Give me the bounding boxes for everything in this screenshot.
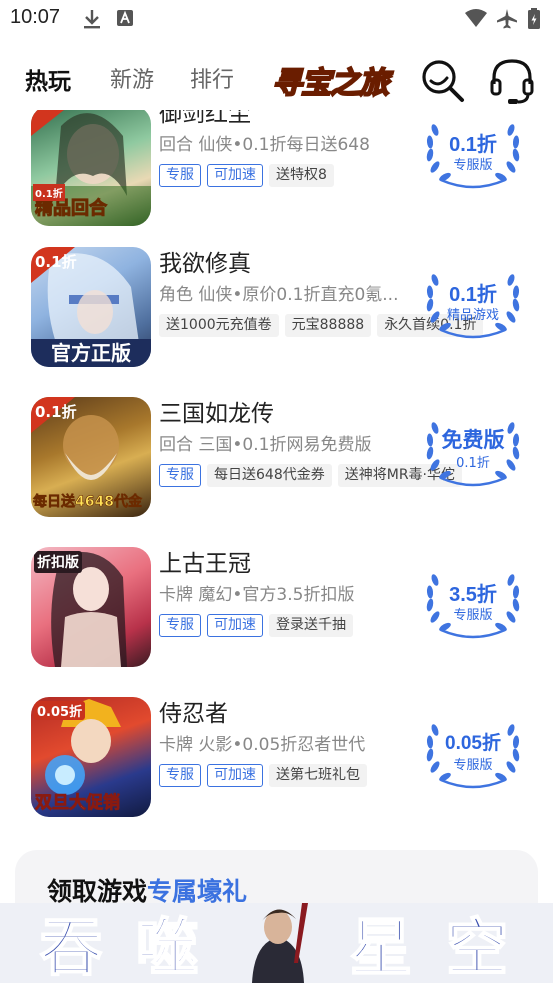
tag: 可加速 bbox=[207, 164, 263, 187]
thumb-corner: 0.05折 bbox=[34, 701, 86, 720]
list-item[interactable]: 0.05折 双旦大促销 侍忍者 卡牌 火影•0.05折忍者世代 专服 可加速 送… bbox=[0, 694, 553, 830]
game-subtitle: 回合 三国•0.1折网易免费版 bbox=[159, 435, 372, 455]
tag: 元宝88888 bbox=[284, 314, 372, 337]
game-title: 侍忍者 bbox=[159, 701, 228, 727]
game-subtitle: 回合 仙侠•0.1折每日送648 bbox=[159, 135, 370, 155]
battery-icon bbox=[527, 8, 541, 34]
game-title: 御剑红尘 bbox=[159, 110, 251, 127]
tag: 送1000元充值卷 bbox=[159, 314, 279, 337]
game-subtitle: 卡牌 火影•0.05折忍者世代 bbox=[159, 735, 366, 755]
discount-badge: 0.05折 专服版 bbox=[421, 714, 525, 794]
game-thumbnail: 0.1折 每日送4648代金 bbox=[31, 397, 151, 517]
tag: 可加速 bbox=[207, 614, 263, 637]
tag: 专服 bbox=[159, 614, 201, 637]
banner-char: 空 bbox=[445, 911, 509, 983]
badge-value: 0.1折 bbox=[449, 134, 497, 156]
game-thumbnail: 折扣版 bbox=[31, 547, 151, 667]
list-item[interactable]: 精品回合 0.1折 御剑红尘 回合 仙侠•0.1折每日送648 专服 可加速 送… bbox=[0, 110, 553, 244]
tag-list: 专服 可加速 送特权8 bbox=[159, 164, 334, 187]
wifi-icon bbox=[464, 8, 488, 32]
promo-banner[interactable]: 吞 噬 星 空 bbox=[0, 903, 553, 983]
promo-label: 寻宝之旅 bbox=[272, 65, 390, 98]
discount-badge: 免费版 0.1折 bbox=[421, 412, 525, 492]
headset-icon[interactable] bbox=[488, 56, 536, 104]
tab-ranking[interactable]: 排行 bbox=[190, 62, 234, 94]
badge-label: 0.1折 bbox=[456, 456, 490, 471]
banner-char: 吞 bbox=[39, 911, 103, 983]
tag: 专服 bbox=[159, 164, 201, 187]
tag-list: 专服 可加速 送第七班礼包 bbox=[159, 764, 367, 787]
thumb-corner: 0.1折 bbox=[35, 253, 77, 271]
discount-badge: 3.5折 专服版 bbox=[421, 564, 525, 644]
tag-list: 专服 可加速 登录送千抽 bbox=[159, 614, 353, 637]
badge-label: 精品游戏 bbox=[446, 308, 499, 323]
top-nav: 热玩 新游 排行 寻宝之旅 bbox=[0, 46, 553, 110]
badge-label: 专服版 bbox=[453, 758, 493, 773]
banner-character-art bbox=[232, 903, 324, 983]
badge-value: 0.05折 bbox=[445, 733, 501, 754]
status-time: 10:07 bbox=[10, 6, 61, 28]
thumb-caption: 每日送4648代金 bbox=[33, 494, 143, 511]
tab-treasure-hunt[interactable]: 寻宝之旅 bbox=[272, 58, 408, 98]
tag-list: 专服 每日送648代金券 送神将MR毒·华佗 bbox=[159, 464, 462, 487]
thumb-caption: 双旦大促销 bbox=[35, 793, 121, 814]
badge-value: 3.5折 bbox=[449, 584, 497, 606]
game-thumbnail: 0.05折 双旦大促销 bbox=[31, 697, 151, 817]
game-thumbnail: 精品回合 0.1折 bbox=[31, 110, 151, 226]
tag: 专服 bbox=[159, 764, 201, 787]
game-subtitle: 角色 仙侠•原价0.1折直充0氪... bbox=[159, 285, 399, 305]
tab-hot[interactable]: 热玩 bbox=[25, 62, 71, 96]
game-thumbnail: 0.1折 官方正版 bbox=[31, 247, 151, 367]
game-title: 三国如龙传 bbox=[159, 401, 274, 427]
list-item[interactable]: 0.1折 每日送4648代金 三国如龙传 回合 三国•0.1折网易免费版 专服 … bbox=[0, 394, 553, 544]
tag: 送第七班礼包 bbox=[269, 764, 367, 787]
airplane-mode-icon bbox=[496, 8, 518, 34]
badge-value: 免费版 bbox=[441, 429, 505, 452]
gift-title-plain: 领取游戏 bbox=[47, 877, 148, 906]
badge-label: 专服版 bbox=[453, 158, 493, 173]
banner-char: 噬 bbox=[135, 911, 199, 983]
app-notification-icon bbox=[116, 8, 134, 32]
tab-new[interactable]: 新游 bbox=[110, 62, 154, 94]
discount-badge: 0.1折 专服版 bbox=[421, 114, 525, 194]
tag: 可加速 bbox=[207, 764, 263, 787]
banner-char: 星 bbox=[349, 911, 413, 983]
badge-label: 专服版 bbox=[453, 608, 493, 623]
game-list[interactable]: 精品回合 0.1折 御剑红尘 回合 仙侠•0.1折每日送648 专服 可加速 送… bbox=[0, 110, 553, 830]
gift-title-highlight: 专属壕礼 bbox=[147, 877, 248, 906]
game-title: 我欲修真 bbox=[159, 251, 251, 277]
status-bar: 10:07 bbox=[0, 0, 553, 38]
game-title: 上古王冠 bbox=[159, 551, 251, 577]
discount-badge: 0.1折 精品游戏 bbox=[421, 264, 525, 344]
game-subtitle: 卡牌 魔幻•官方3.5折扣版 bbox=[159, 585, 355, 605]
thumb-corner: 0.1折 bbox=[35, 403, 77, 421]
list-item[interactable]: 0.1折 官方正版 我欲修真 角色 仙侠•原价0.1折直充0氪... 送1000… bbox=[0, 244, 553, 394]
badge-value: 0.1折 bbox=[449, 284, 497, 306]
search-icon[interactable] bbox=[418, 56, 466, 104]
tag: 专服 bbox=[159, 464, 201, 487]
thumb-corner: 折扣版 bbox=[34, 551, 82, 573]
tag: 登录送千抽 bbox=[269, 614, 353, 637]
list-item[interactable]: 折扣版 上古王冠 卡牌 魔幻•官方3.5折扣版 专服 可加速 登录送千抽 3.5… bbox=[0, 544, 553, 694]
download-icon bbox=[82, 8, 102, 34]
thumb-corner: 0.1折 bbox=[33, 184, 65, 201]
tag: 每日送648代金券 bbox=[207, 464, 332, 487]
tag: 送特权8 bbox=[269, 164, 334, 187]
thumb-caption: 官方正版 bbox=[31, 339, 151, 367]
